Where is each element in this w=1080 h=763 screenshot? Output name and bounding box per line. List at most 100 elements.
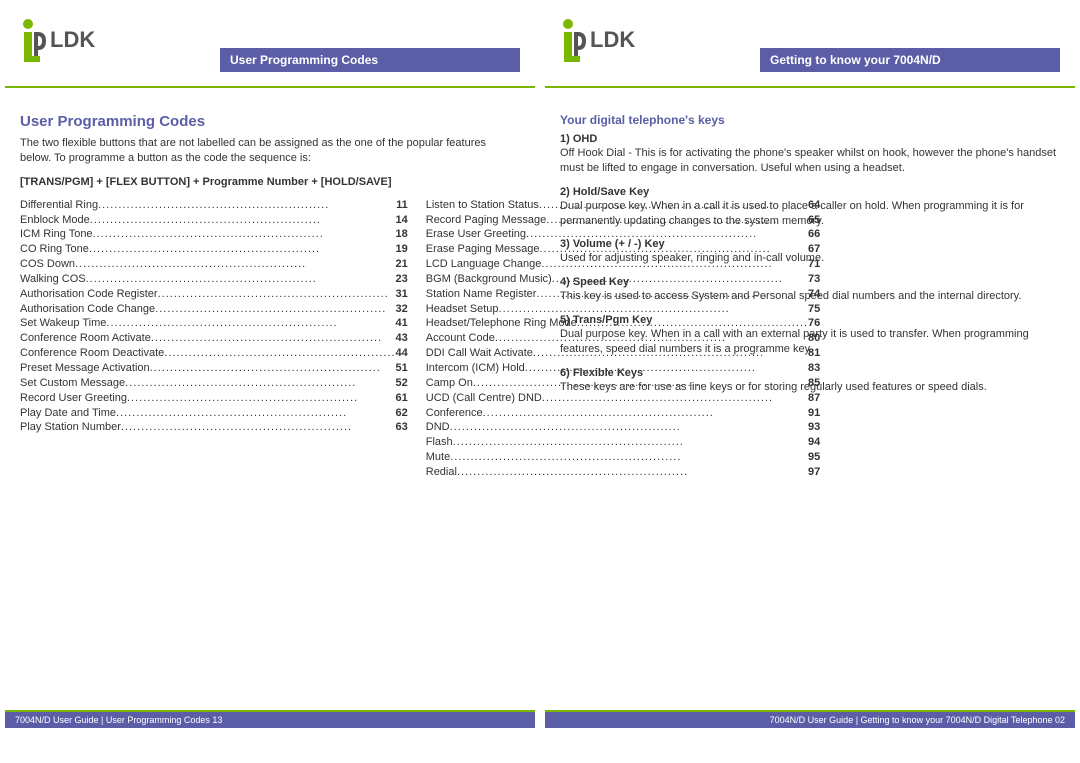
- divider-line: [545, 86, 1075, 88]
- key-description: Off Hook Dial - This is for activating t…: [560, 146, 1060, 176]
- code-number: 19: [396, 242, 408, 257]
- code-row: Enblock Mode14: [20, 213, 408, 228]
- logo-right: LDK: [560, 18, 635, 62]
- content-left: User Programming Codes The two flexible …: [0, 103, 540, 480]
- code-number: 41: [396, 316, 408, 331]
- code-dots: [86, 272, 396, 287]
- code-number: 14: [396, 213, 408, 228]
- code-label: Authorisation Code Register: [20, 287, 158, 302]
- key-heading: 2) Hold/Save Key: [560, 186, 1060, 198]
- code-row: Play Date and Time62: [20, 406, 408, 421]
- code-number: 63: [396, 420, 408, 435]
- code-number: 18: [396, 227, 408, 242]
- key-block: 5) Trans/Pgm KeyDual purpose key. When i…: [560, 314, 1060, 357]
- key-heading: 1) OHD: [560, 133, 1060, 145]
- key-block: 4) Speed KeyThis key is used to access S…: [560, 276, 1060, 304]
- key-block: 3) Volume (+ / -) KeyUsed for adjusting …: [560, 238, 1060, 266]
- code-label: Erase Paging Message: [426, 242, 540, 257]
- code-label: Headset Setup: [426, 302, 499, 317]
- code-label: Mute: [426, 450, 450, 465]
- code-number: 32: [396, 302, 408, 317]
- code-label: Camp On: [426, 376, 473, 391]
- page-left: LDK User Programming Codes User Programm…: [0, 0, 540, 763]
- code-label: Differential Ring: [20, 198, 98, 213]
- code-dots: [90, 213, 396, 228]
- code-dots: [93, 227, 396, 242]
- key-block: 6) Flexible KeysThese keys are for use a…: [560, 367, 1060, 395]
- footer-right: 7004N/D User Guide | Getting to know you…: [545, 710, 1075, 728]
- footer-bar-right: 7004N/D User Guide | Getting to know you…: [545, 712, 1075, 728]
- intro-text: The two flexible buttons that are not la…: [20, 136, 520, 166]
- key-description: Dual purpose key. When in a call it is u…: [560, 199, 1060, 229]
- key-description: Used for adjusting speaker, ringing and …: [560, 251, 1060, 266]
- code-row: COS Down 21: [20, 257, 408, 272]
- code-number: 21: [396, 257, 408, 272]
- divider-line: [5, 86, 535, 88]
- footer-bar-left: 7004N/D User Guide | User Programming Co…: [5, 712, 535, 728]
- logo-text: LDK: [590, 27, 635, 53]
- code-number: 61: [396, 391, 408, 406]
- code-label: Account Code: [426, 331, 495, 346]
- code-label: UCD (Call Centre) DND: [426, 391, 542, 406]
- code-label: Record Paging Message: [426, 213, 546, 228]
- code-label: DDI Call Wait Activate: [426, 346, 533, 361]
- page-right: LDK Getting to know your 7004N/D Your di…: [540, 0, 1080, 763]
- code-label: Authorisation Code Change: [20, 302, 155, 317]
- code-row: Set Custom Message 52: [20, 376, 408, 391]
- code-row: Differential Ring 11: [20, 198, 408, 213]
- code-dots: [127, 391, 396, 406]
- code-number: 11: [396, 198, 408, 213]
- code-label: COS Down: [20, 257, 75, 272]
- code-label: BGM (Background Music): [426, 272, 552, 287]
- codes-column-1: Differential Ring 11Enblock Mode14ICM Rin…: [20, 198, 408, 480]
- code-label: ICM Ring Tone: [20, 227, 93, 242]
- code-label: Play Station Number: [20, 420, 121, 435]
- logo-left: LDK: [20, 18, 95, 62]
- code-row: ICM Ring Tone 18: [20, 227, 408, 242]
- code-label: Preset Message Activation: [20, 361, 150, 376]
- key-heading: 4) Speed Key: [560, 276, 1060, 288]
- code-row: Preset Message Activation 51: [20, 361, 408, 376]
- code-label: Redial: [426, 465, 457, 480]
- code-number: 23: [396, 272, 408, 287]
- key-heading: 6) Flexible Keys: [560, 367, 1060, 379]
- code-dots: [151, 331, 396, 346]
- code-row: Record User Greeting 61: [20, 391, 408, 406]
- code-label: Play Date and Time: [20, 406, 116, 421]
- code-dots: [155, 302, 395, 317]
- footer-left: 7004N/D User Guide | User Programming Co…: [5, 710, 535, 728]
- code-dots: [125, 376, 395, 391]
- code-row: Walking COS23: [20, 272, 408, 287]
- code-row: Conference Room Deactivate44: [20, 346, 408, 361]
- key-description: These keys are for use as line keys or f…: [560, 380, 1060, 395]
- code-row: Set Wakeup Time 41: [20, 316, 408, 331]
- code-label: Conference Room Deactivate: [20, 346, 164, 361]
- header-area: LDK User Programming Codes: [0, 0, 540, 86]
- code-label: Record User Greeting: [20, 391, 127, 406]
- code-dots: [158, 287, 396, 302]
- logo-icon: [560, 18, 588, 62]
- code-dots: [121, 420, 396, 435]
- header-bar-left: User Programming Codes: [220, 48, 520, 72]
- logo-text: LDK: [50, 27, 95, 53]
- key-description: Dual purpose key. When in a call with an…: [560, 327, 1060, 357]
- code-number: 51: [396, 361, 408, 376]
- code-label: CO Ring Tone: [20, 242, 89, 257]
- codes-columns: Differential Ring 11Enblock Mode14ICM Rin…: [20, 198, 520, 480]
- code-row: Authorisation Code Change 32: [20, 302, 408, 317]
- code-dots: [89, 242, 396, 257]
- code-row: CO Ring Tone 19: [20, 242, 408, 257]
- code-label: Set Wakeup Time: [20, 316, 106, 331]
- key-description: This key is used to access System and Pe…: [560, 289, 1060, 304]
- code-number: 52: [396, 376, 408, 391]
- section-title-left: User Programming Codes: [20, 113, 520, 130]
- code-label: Flash: [426, 435, 453, 450]
- key-heading: 5) Trans/Pgm Key: [560, 314, 1060, 326]
- code-number: 31: [396, 287, 408, 302]
- key-block: 2) Hold/Save KeyDual purpose key. When i…: [560, 186, 1060, 229]
- code-number: 43: [396, 331, 408, 346]
- code-label: Set Custom Message: [20, 376, 125, 391]
- code-dots: [116, 406, 396, 421]
- code-row: Conference Room Activate43: [20, 331, 408, 346]
- section-title-right: Your digital telephone's keys: [560, 113, 1060, 127]
